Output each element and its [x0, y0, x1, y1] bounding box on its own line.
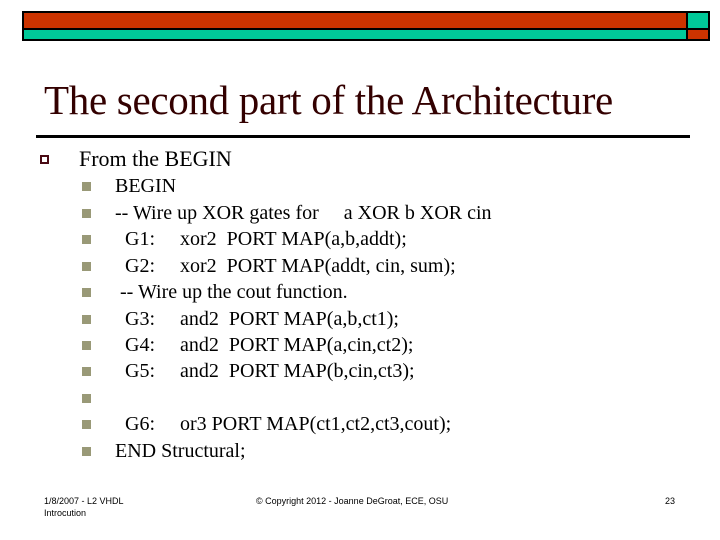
footer-left-line2: Introcution — [44, 508, 87, 518]
code-line: G2: xor2 PORT MAP(addt, cin, sum); — [115, 254, 456, 277]
code-line: END Structural; — [115, 439, 246, 462]
sub-bullet-item — [82, 385, 115, 411]
bullet-item: From the BEGIN — [40, 146, 232, 172]
sub-bullet-item: -- Wire up the cout function. — [82, 279, 348, 305]
code-line: G3: and2 PORT MAP(a,b,ct1); — [115, 307, 399, 330]
sub-bullet-item: BEGIN — [82, 173, 176, 199]
header-block-primary — [688, 30, 708, 39]
filled-square-bullet-icon — [82, 393, 91, 403]
code-line: G5: and2 PORT MAP(b,cin,ct3); — [115, 359, 415, 382]
code-line: -- Wire up the cout function. — [115, 280, 348, 303]
header-bar-primary — [24, 13, 688, 30]
header-bar-secondary — [24, 30, 688, 39]
filled-square-bullet-icon — [82, 234, 91, 244]
sub-bullet-item: G5: and2 PORT MAP(b,cin,ct3); — [82, 358, 415, 384]
filled-square-bullet-icon — [82, 287, 91, 297]
sub-bullet-item: -- Wire up XOR gates for a XOR b XOR cin — [82, 200, 492, 226]
code-line: -- Wire up XOR gates for a XOR b XOR cin — [115, 201, 492, 224]
filled-square-bullet-icon — [82, 366, 91, 376]
filled-square-bullet-icon — [82, 314, 91, 324]
bullet-text: From the BEGIN — [79, 146, 232, 171]
header-decoration-bars — [22, 11, 710, 41]
sub-bullet-item: G3: and2 PORT MAP(a,b,ct1); — [82, 306, 399, 332]
footer-left-line1: 1/8/2007 - L2 VHDL — [44, 496, 124, 506]
filled-square-bullet-icon — [82, 419, 91, 429]
sub-bullet-item: G6: or3 PORT MAP(ct1,ct2,ct3,cout); — [82, 411, 451, 437]
footer-copyright: © Copyright 2012 - Joanne DeGroat, ECE, … — [256, 496, 449, 506]
code-line: G1: xor2 PORT MAP(a,b,addt); — [115, 227, 407, 250]
title-divider — [36, 135, 690, 138]
slide-title: The second part of the Architecture — [44, 77, 613, 123]
sub-bullet-item: G2: xor2 PORT MAP(addt, cin, sum); — [82, 253, 456, 279]
hollow-square-bullet-icon — [40, 154, 49, 164]
code-line: G4: and2 PORT MAP(a,cin,ct2); — [115, 333, 414, 356]
filled-square-bullet-icon — [82, 340, 91, 350]
footer-page-number: 23 — [665, 496, 676, 506]
filled-square-bullet-icon — [82, 181, 91, 191]
code-line: G6: or3 PORT MAP(ct1,ct2,ct3,cout); — [115, 412, 452, 435]
filled-square-bullet-icon — [82, 261, 91, 271]
sub-bullet-item: END Structural; — [82, 438, 246, 464]
sub-bullet-item: G4: and2 PORT MAP(a,cin,ct2); — [82, 332, 413, 358]
header-block-secondary — [688, 13, 708, 30]
filled-square-bullet-icon — [82, 208, 91, 218]
code-line: BEGIN — [115, 174, 177, 197]
filled-square-bullet-icon — [82, 446, 91, 456]
sub-bullet-item: G1: xor2 PORT MAP(a,b,addt); — [82, 226, 407, 252]
footer-date-course: 1/8/2007 - L2 VHDL Introcution — [44, 495, 124, 519]
